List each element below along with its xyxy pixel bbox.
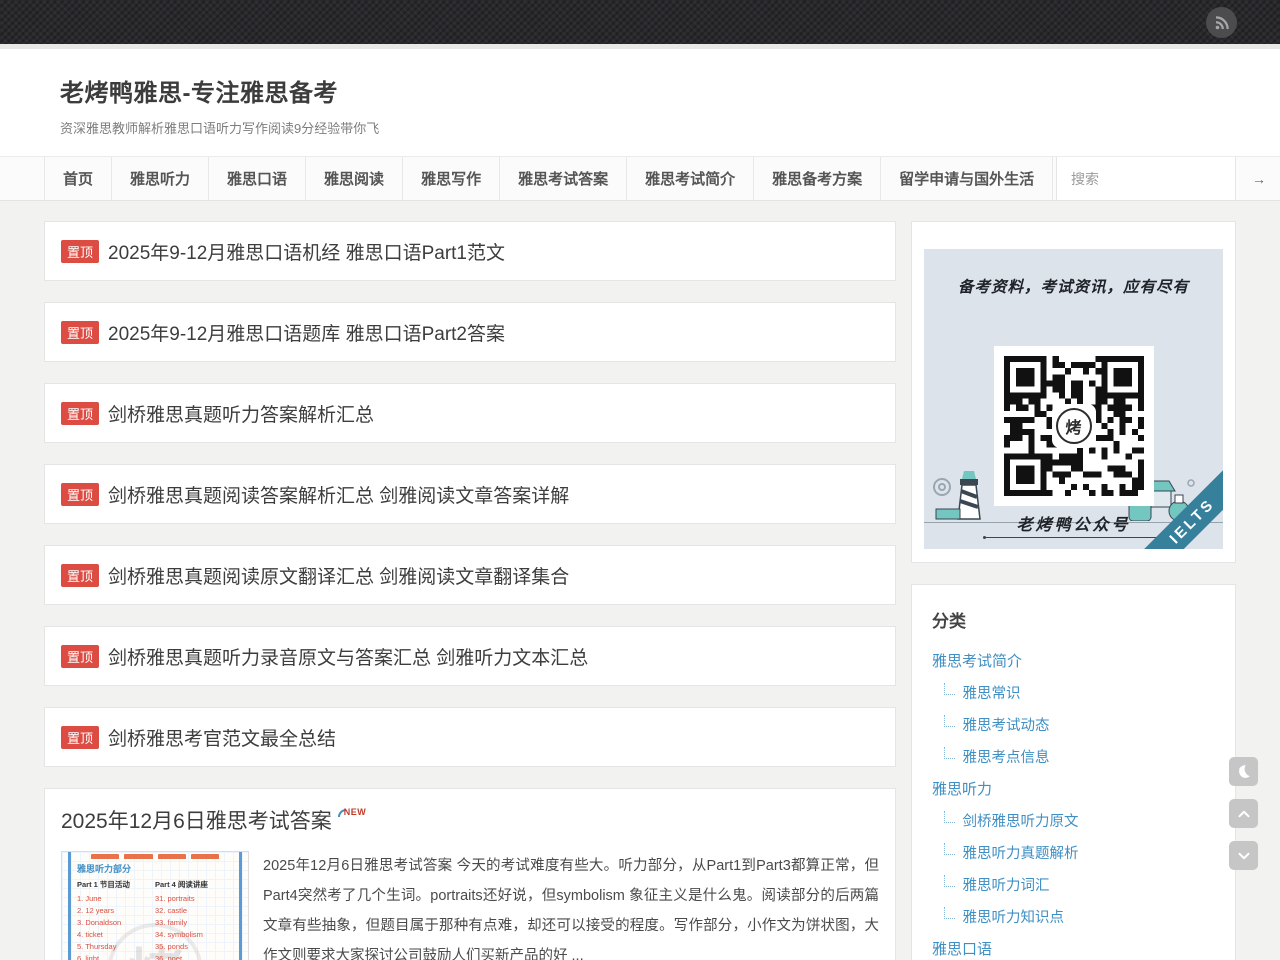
category-item: 雅思考试简介 <box>932 646 1215 678</box>
post-title-link[interactable]: 剑桥雅思真题阅读原文翻译汇总 剑雅阅读文章翻译集合 <box>108 562 569 589</box>
tree-connector-icon <box>944 715 955 727</box>
category-link-listening-scripts[interactable]: 剑桥雅思听力原文 <box>962 814 1078 830</box>
qr-caption-underline <box>986 537 1161 538</box>
category-subitem: 雅思听力真题解析 <box>932 838 1215 870</box>
pinned-badge: 置顶 <box>61 321 99 344</box>
category-subitem: 雅思常识 <box>932 678 1215 710</box>
thumbnail-answer-col1: Part 1 节目活动 1. June 2. 12 years 3. Donal… <box>77 879 155 960</box>
category-link-test-centers[interactable]: 雅思考点信息 <box>962 750 1049 766</box>
search-box: → <box>1056 157 1236 200</box>
tree-connector-icon <box>944 907 955 919</box>
category-subitem: 雅思听力知识点 <box>932 902 1215 934</box>
categories-list: 雅思考试简介 雅思常识 雅思考试动态 雅思考点信息 雅思听力 剑桥雅思听力原文 <box>932 646 1215 960</box>
category-subitem: 雅思考试动态 <box>932 710 1215 742</box>
wechat-qr-image: 备考资料，考试资讯，应有尽有 <box>924 249 1223 549</box>
moon-icon <box>1235 763 1252 780</box>
nav-item-answers[interactable]: 雅思考试答案 <box>499 157 626 200</box>
new-post-icon: NEW <box>338 807 367 817</box>
content-area: 置顶 2025年9-12月雅思口语机经 雅思口语Part1范文 置顶 2025年… <box>0 201 1280 960</box>
categories-widget: 分类 雅思考试简介 雅思常识 雅思考试动态 雅思考点信息 雅思听力 剑 <box>911 584 1236 960</box>
categories-heading: 分类 <box>932 607 1215 632</box>
new-icon-label: NEW <box>344 807 367 817</box>
post-excerpt: 2025年12月6日雅思考试答案 今天的考试难度有些大。听力部分，从Part1到… <box>263 851 879 960</box>
site-header: 老烤鸭雅思-专注雅思备考 资深雅思教师解析雅思口语听力写作阅读9分经验带你飞 <box>0 49 1280 156</box>
chevron-down-icon <box>1235 847 1253 865</box>
tree-connector-icon <box>944 843 955 855</box>
pinned-post-card: 置顶 2025年9-12月雅思口语机经 雅思口语Part1范文 <box>44 221 896 281</box>
qr-center-logo: 烤 <box>1052 404 1096 448</box>
tree-connector-icon <box>944 811 955 823</box>
pinned-post-card: 置顶 剑桥雅思真题听力答案解析汇总 <box>44 383 896 443</box>
nav-item-speaking[interactable]: 雅思口语 <box>208 157 305 200</box>
category-link-basics[interactable]: 雅思常识 <box>962 686 1020 702</box>
pinned-badge: 置顶 <box>61 726 99 749</box>
category-item: 雅思口语 <box>932 934 1215 960</box>
category-link-exam-intro[interactable]: 雅思考试简介 <box>932 653 1022 670</box>
category-subitem: 剑桥雅思听力原文 <box>932 806 1215 838</box>
nav-item-intro[interactable]: 雅思考试简介 <box>626 157 753 200</box>
category-link-listening-points[interactable]: 雅思听力知识点 <box>962 910 1064 926</box>
thumbnail-heading: 雅思听力部分 <box>77 862 233 875</box>
rss-button[interactable] <box>1206 7 1237 38</box>
category-link-listening-analysis[interactable]: 雅思听力真题解析 <box>962 846 1078 862</box>
scroll-top-button[interactable] <box>1229 799 1258 828</box>
pinned-badge: 置顶 <box>61 645 99 668</box>
nav-item-home[interactable]: 首页 <box>44 157 111 200</box>
post-title-link[interactable]: 剑桥雅思真题阅读答案解析汇总 剑雅阅读文章答案详解 <box>108 481 569 508</box>
pinned-badge: 置顶 <box>61 564 99 587</box>
nav-item-plan[interactable]: 雅思备考方案 <box>753 157 880 200</box>
pinned-post-card: 置顶 剑桥雅思考官范文最全总结 <box>44 707 896 767</box>
tree-connector-icon <box>944 683 955 695</box>
qr-banner-text: 备考资料，考试资讯，应有尽有 <box>924 275 1223 297</box>
pinned-badge: 置顶 <box>61 240 99 263</box>
pinned-post-card: 置顶 剑桥雅思真题阅读原文翻译汇总 剑雅阅读文章翻译集合 <box>44 545 896 605</box>
pinned-post-card: 置顶 2025年9-12月雅思口语题库 雅思口语Part2答案 <box>44 302 896 362</box>
thumbnail-answer-col2: Part 4 阅读讲座 31. portraits 32. castle 33.… <box>155 879 233 960</box>
qr-widget-card: 备考资料，考试资讯，应有尽有 <box>911 221 1236 563</box>
pinned-badge: 置顶 <box>61 483 99 506</box>
pinned-post-card: 置顶 剑桥雅思真题听力录音原文与答案汇总 剑雅听力文本汇总 <box>44 626 896 686</box>
post-title-link[interactable]: 剑桥雅思真题听力答案解析汇总 <box>108 400 374 427</box>
post-title-link[interactable]: 2025年12月6日雅思考试答案 <box>61 805 332 835</box>
tree-connector-icon <box>944 875 955 887</box>
pinned-badge: 置顶 <box>61 402 99 425</box>
dark-mode-button[interactable] <box>1229 757 1258 786</box>
category-link-exam-news[interactable]: 雅思考试动态 <box>962 718 1049 734</box>
category-link-listening-vocab[interactable]: 雅思听力词汇 <box>962 878 1049 894</box>
site-title[interactable]: 老烤鸭雅思-专注雅思备考 <box>60 73 1280 108</box>
category-link-speaking[interactable]: 雅思口语 <box>932 941 992 958</box>
post-title-link[interactable]: 2025年9-12月雅思口语机经 雅思口语Part1范文 <box>108 238 505 265</box>
search-input[interactable] <box>1071 171 1252 187</box>
pinned-post-card: 置顶 剑桥雅思真题阅读答案解析汇总 剑雅阅读文章答案详解 <box>44 464 896 524</box>
latest-post-card: 2025年12月6日雅思考试答案 NEW 雅思听力部分 Pa <box>44 788 896 960</box>
post-thumbnail[interactable]: 雅思听力部分 Part 1 节目活动 1. June 2. 12 years 3… <box>61 851 249 960</box>
nav-item-writing[interactable]: 雅思写作 <box>402 157 499 200</box>
search-submit-button[interactable]: → <box>1252 171 1266 187</box>
category-subitem: 雅思听力词汇 <box>932 870 1215 902</box>
thumbnail-cropped-title <box>91 854 219 859</box>
category-item: 雅思听力 <box>932 774 1215 806</box>
main-nav: 首页 雅思听力 雅思口语 雅思阅读 雅思写作 雅思考试答案 雅思考试简介 雅思备… <box>0 156 1280 201</box>
post-title-link[interactable]: 2025年9-12月雅思口语题库 雅思口语Part2答案 <box>108 319 505 346</box>
chevron-up-icon <box>1235 805 1253 823</box>
rss-icon <box>1213 14 1231 32</box>
category-subitem: 雅思考点信息 <box>932 742 1215 774</box>
nav-item-abroad[interactable]: 留学申请与国外生活 <box>880 157 1053 200</box>
category-link-listening[interactable]: 雅思听力 <box>932 781 992 798</box>
top-bar <box>0 0 1280 44</box>
tree-connector-icon <box>944 747 955 759</box>
main-column: 置顶 2025年9-12月雅思口语机经 雅思口语Part1范文 置顶 2025年… <box>44 221 896 960</box>
site-tagline: 资深雅思教师解析雅思口语听力写作阅读9分经验带你飞 <box>60 118 1280 137</box>
post-title-link[interactable]: 剑桥雅思考官范文最全总结 <box>108 724 336 751</box>
sidebar: 备考资料，考试资讯，应有尽有 <box>911 221 1236 960</box>
nav-item-listening[interactable]: 雅思听力 <box>111 157 208 200</box>
post-title-link[interactable]: 剑桥雅思真题听力录音原文与答案汇总 剑雅听力文本汇总 <box>108 643 588 670</box>
nav-item-reading[interactable]: 雅思阅读 <box>305 157 402 200</box>
qr-code: 烤 <box>994 346 1154 506</box>
scroll-bottom-button[interactable] <box>1229 841 1258 870</box>
thumbnail-sheet: 雅思听力部分 Part 1 节目活动 1. June 2. 12 years 3… <box>68 852 242 960</box>
